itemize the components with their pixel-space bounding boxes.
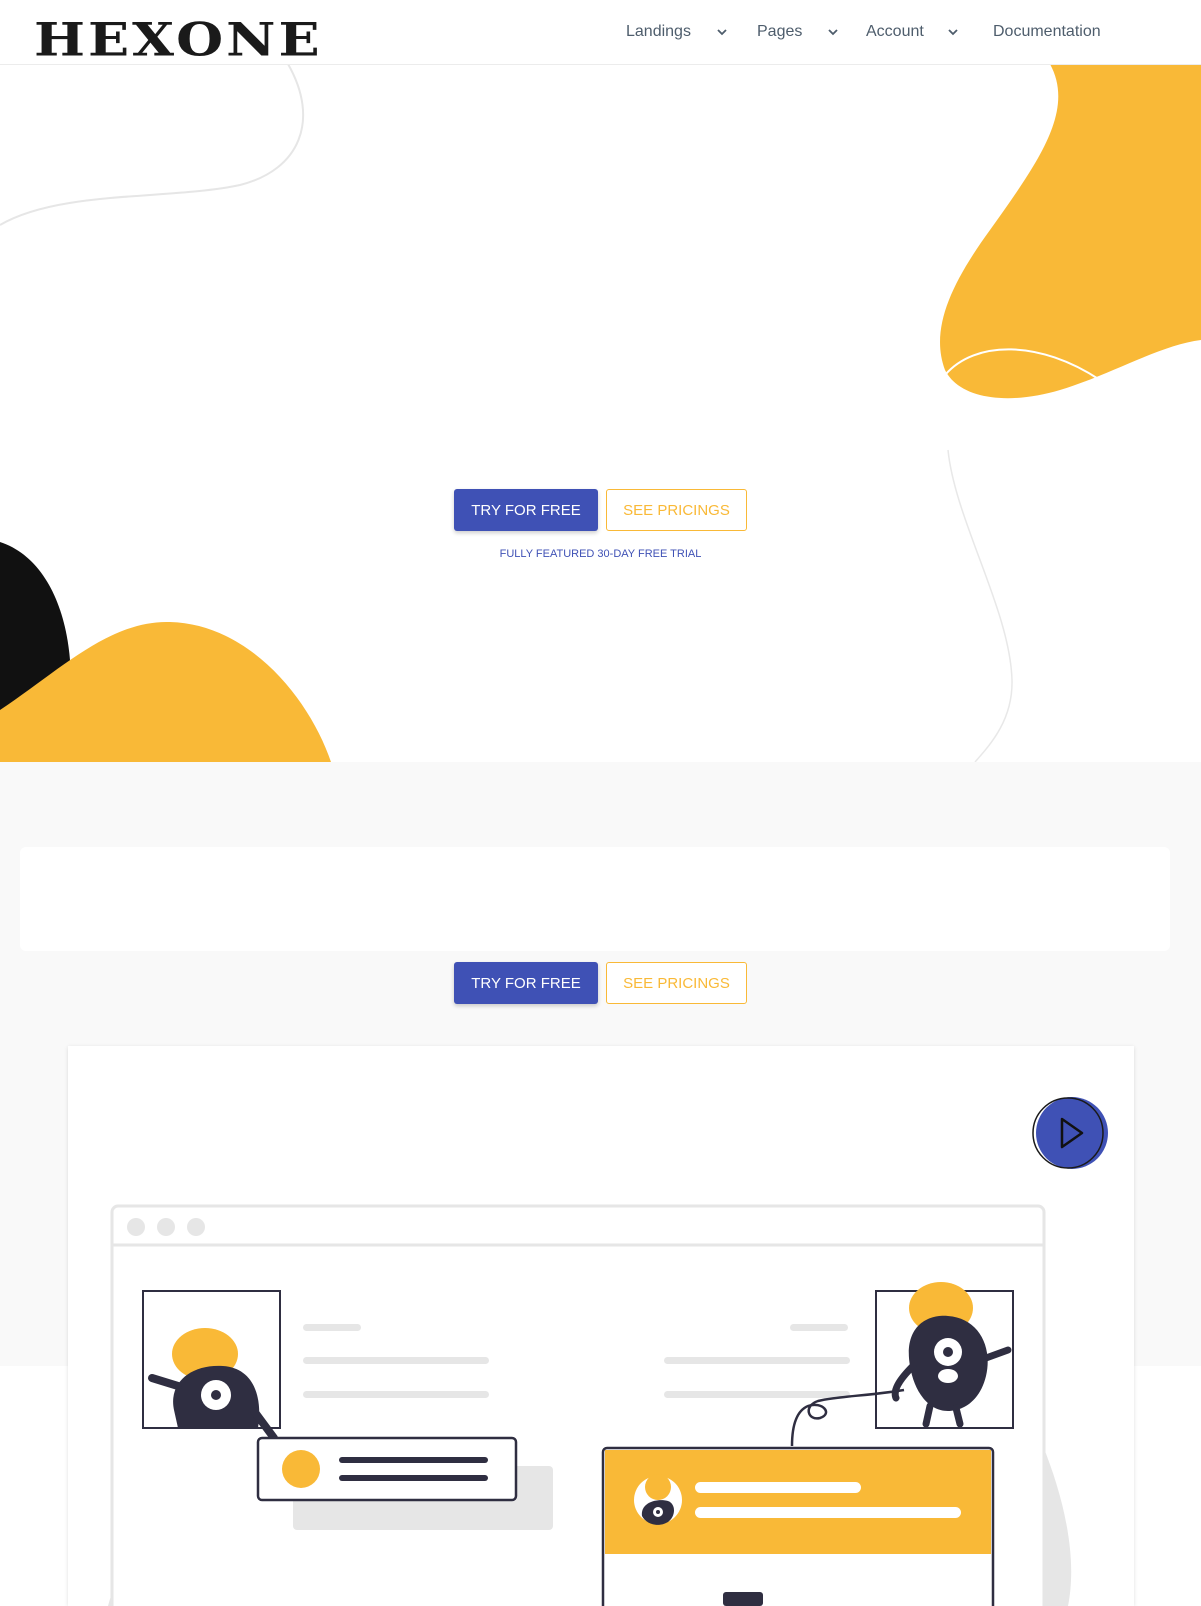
see-pricings-button-secondary[interactable]: SEE PRICINGS xyxy=(606,962,747,1004)
try-for-free-button[interactable]: TRY FOR FREE xyxy=(454,489,598,531)
hero-section xyxy=(0,64,1201,762)
nav-account[interactable]: Account xyxy=(866,18,960,46)
play-icon xyxy=(1032,1097,1108,1169)
content-panel xyxy=(20,847,1170,951)
nav-account-label: Account xyxy=(866,23,924,40)
try-for-free-button-secondary[interactable]: TRY FOR FREE xyxy=(454,962,598,1004)
nav-documentation-label: Documentation xyxy=(993,23,1101,40)
top-navbar: HEXONE Landings Pages Account Documentat… xyxy=(0,0,1201,65)
video-preview-card[interactable] xyxy=(68,1046,1134,1606)
chevron-down-icon xyxy=(828,29,839,36)
nav-landings-label: Landings xyxy=(626,23,691,40)
nav-documentation[interactable]: Documentation xyxy=(993,18,1101,46)
illustration xyxy=(108,1204,1072,1606)
play-video-button[interactable] xyxy=(1032,1097,1108,1173)
chevron-down-icon xyxy=(948,29,958,36)
nav-pages[interactable]: Pages xyxy=(757,18,840,46)
main-nav: Landings Pages Account Documentation xyxy=(0,18,1201,46)
nav-landings[interactable]: Landings xyxy=(626,18,729,46)
nav-pages-label: Pages xyxy=(757,23,803,40)
hero-background-shapes xyxy=(0,64,1201,762)
chevron-down-icon xyxy=(717,29,727,36)
trial-note: FULLY FEATURED 30-DAY FREE TRIAL xyxy=(499,548,702,560)
see-pricings-button[interactable]: SEE PRICINGS xyxy=(606,489,747,531)
